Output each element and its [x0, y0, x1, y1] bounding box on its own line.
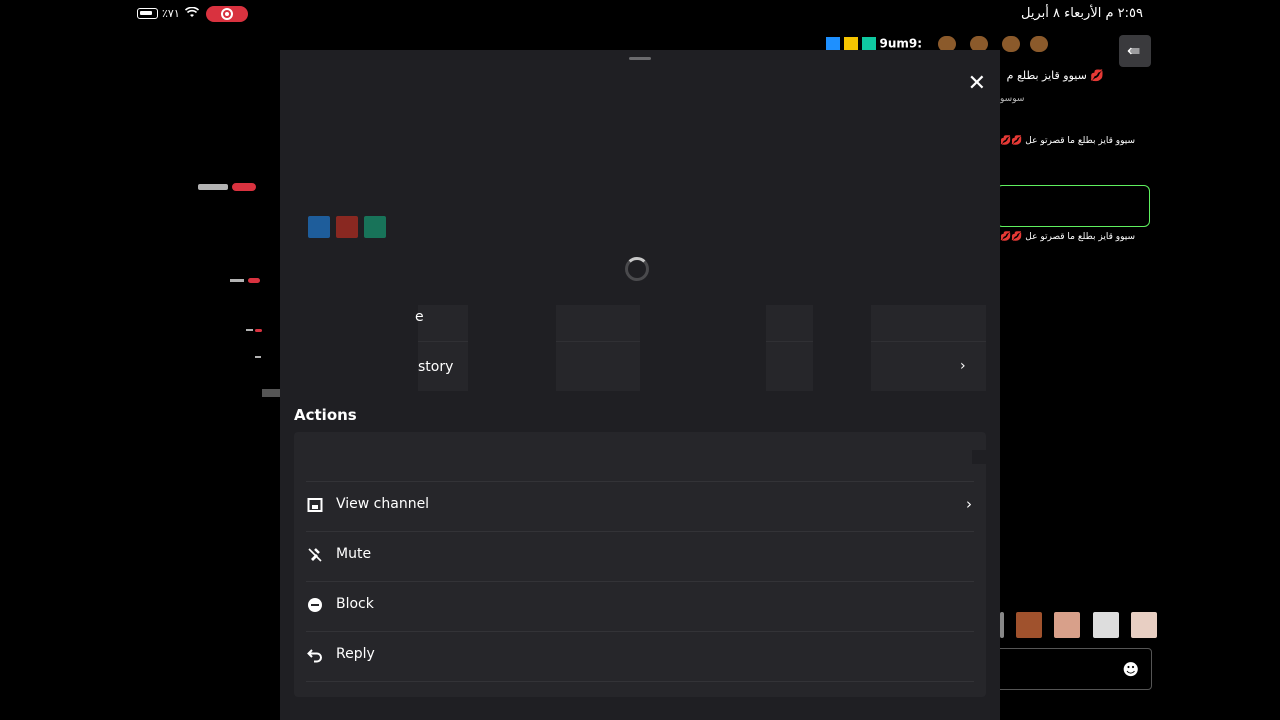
- channel-icon: [306, 497, 324, 515]
- avatar[interactable]: [1016, 612, 1042, 638]
- badge-icon: [364, 216, 386, 238]
- chevron-right-icon[interactable]: ›: [960, 358, 966, 374]
- status-clock: ٢:٥٩ م الأربعاء ٨ أبريل: [1020, 6, 1143, 21]
- avatar[interactable]: [1131, 612, 1157, 638]
- actions-list: View channel › Mute Block Reply: [294, 432, 986, 697]
- collapse-chat-icon: ⇚: [1127, 41, 1141, 60]
- action-label: Block: [336, 596, 374, 612]
- mirror-record-pill-2: [248, 278, 260, 283]
- mirror-status-4: [255, 356, 261, 358]
- chat-input[interactable]: ☻: [996, 648, 1152, 690]
- block-icon: [306, 597, 324, 615]
- mute-icon: [306, 547, 324, 565]
- battery-percent: ٪٧١: [162, 7, 180, 20]
- badge-icon: [336, 216, 358, 238]
- emote-image: [1029, 36, 1048, 52]
- avatar[interactable]: [1054, 612, 1080, 638]
- badge-icon: [308, 216, 330, 238]
- mirror-modal-edge: [262, 389, 280, 397]
- ghost-label: e: [415, 309, 424, 325]
- battery-icon: [137, 8, 158, 19]
- chat-message: سيوو قايز بطلع ما قصرتو عل 💋💋: [1000, 232, 1135, 242]
- loading-spinner-icon: [625, 257, 649, 281]
- smiley-icon[interactable]: ☻: [1122, 660, 1139, 679]
- reply-icon: [306, 647, 324, 665]
- chevron-right-icon: ›: [966, 495, 972, 513]
- emote-image: [1001, 36, 1020, 52]
- highlighted-message: [996, 185, 1150, 227]
- lips-emoji-icon: 💋💋: [1000, 232, 1023, 242]
- mirror-status-2: [230, 279, 244, 282]
- action-label: View channel: [336, 496, 430, 512]
- user-card-modal: ✕ e story › Actions View channel › Mute: [280, 50, 1000, 720]
- lips-emoji-icon: 💋: [1090, 69, 1104, 82]
- mirror-record-pill: [232, 183, 256, 191]
- crown-badge-icon: [843, 37, 858, 51]
- action-reply[interactable]: Reply: [294, 631, 986, 682]
- action-view-channel[interactable]: View channel ›: [294, 481, 986, 531]
- record-icon: [221, 8, 233, 20]
- badge-icon-2: [861, 37, 876, 51]
- chat-message: 💋 سيوو قايز بطلع م: [1007, 69, 1104, 82]
- avatar[interactable]: [1000, 612, 1004, 638]
- status-bar: ٪٧١ ٢:٥٩ م الأربعاء ٨ أبريل: [0, 0, 1280, 30]
- wifi-icon: [184, 6, 200, 21]
- chat-message-text: سيوو قايز بطلع م: [1006, 69, 1087, 82]
- action-block[interactable]: Block: [294, 581, 986, 631]
- screen-record-indicator[interactable]: [206, 6, 248, 22]
- chat-message: سيوو قايز بطلع ما قصرتو عل 💋💋: [1000, 136, 1135, 146]
- mirror-status: [198, 184, 228, 190]
- mirror-record-pill-3: [255, 329, 262, 332]
- chat-username[interactable]: 9um9:: [879, 37, 922, 51]
- action-mute[interactable]: Mute: [294, 531, 986, 581]
- chat-message-text: سيوو قايز بطلع ما قصرتو عل: [1025, 136, 1136, 146]
- action-label: Mute: [336, 546, 372, 562]
- ghost-card: [556, 305, 640, 391]
- ghost-card: [418, 305, 468, 391]
- ghost-card: [766, 305, 813, 391]
- chat-reply-preview: سوسو: [1000, 94, 1025, 104]
- ghost-card: [871, 305, 986, 391]
- mirror-status-3: [246, 329, 253, 331]
- chat-message-text: سيوو قايز بطلع ما قصرتو عل: [1025, 232, 1136, 242]
- badge-icon: [826, 37, 840, 51]
- action-label: Reply: [336, 646, 375, 662]
- drag-handle[interactable]: [629, 57, 651, 60]
- close-icon[interactable]: ✕: [968, 72, 986, 96]
- collapse-chat-button[interactable]: ⇚: [1119, 35, 1151, 67]
- lips-emoji-icon: 💋💋: [1000, 136, 1023, 146]
- ghost-label[interactable]: story: [418, 359, 453, 375]
- avatar[interactable]: [1093, 612, 1119, 638]
- actions-title: Actions: [294, 406, 357, 424]
